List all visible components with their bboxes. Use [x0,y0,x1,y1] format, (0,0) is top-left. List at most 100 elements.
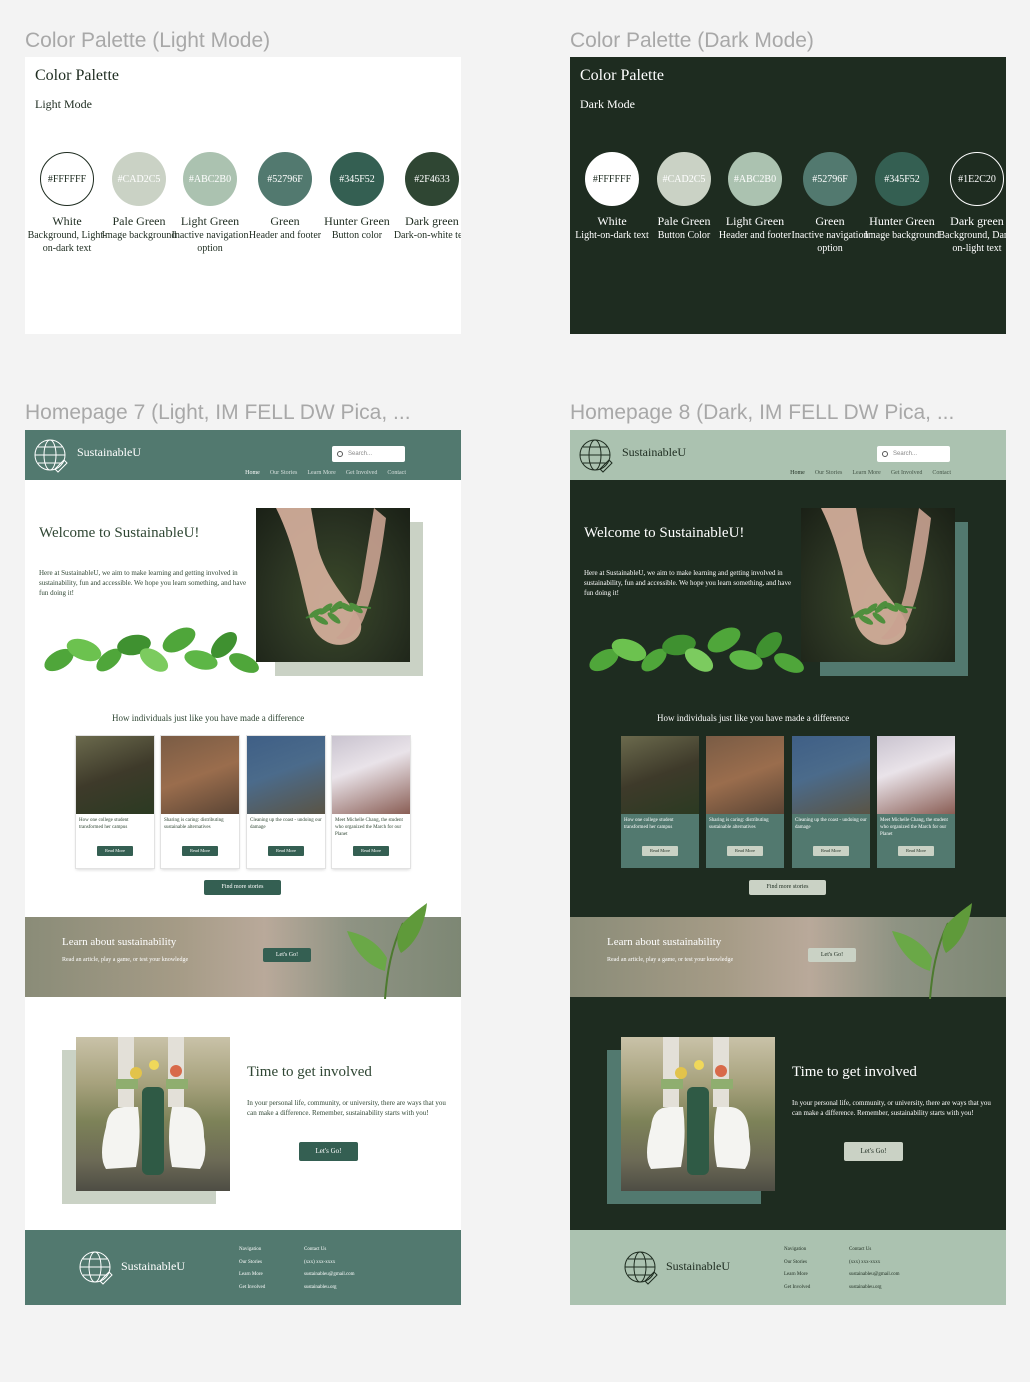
footer-link-get-involved[interactable]: Get Involved [239,1282,265,1295]
story-card[interactable]: Sharing is caring: distributing sustaina… [161,736,239,868]
brand-name[interactable]: SustainableU [77,445,141,460]
involved-photo-shoes-bottle [76,1037,230,1191]
globe-logo-icon[interactable] [623,1250,659,1286]
involved-lets-go-button[interactable]: Let's Go! [844,1142,903,1161]
footer-phone[interactable]: (xxx) xxx-xxxx [849,1257,900,1270]
read-more-button[interactable]: Read More [97,846,133,856]
search-icon [337,451,343,457]
read-more-button[interactable]: Read More [353,846,389,856]
learn-banner: Learn about sustainability Read an artic… [570,903,1006,999]
color-swatch: #345F52 Hunter Green Image background [862,152,942,242]
swatch-circle: #ABC2B0 [728,152,782,206]
footer-brand-name[interactable]: SustainableU [121,1259,185,1274]
nav-home[interactable]: Home [790,470,805,476]
story-card[interactable]: Sharing is caring: distributing sustaina… [706,736,784,868]
nav-our-stories[interactable]: Our Stories [270,470,298,476]
palette-light-frame[interactable]: Color Palette Light Mode #FFFFFF White Bac… [25,57,461,334]
story-photo-volunteers [621,736,699,814]
story-card[interactable]: How one college student transformed her … [621,736,699,868]
footer-link-learn-more[interactable]: Learn More [784,1269,810,1282]
footer-contact-column: Contact Us (xxx) xxx-xxxx sustainableu@g… [304,1244,355,1294]
search-input[interactable]: Search... [332,446,405,462]
story-card[interactable]: How one college student transformed her … [76,736,154,868]
footer-website[interactable]: sustainableu.org [849,1282,900,1295]
swatch-circle: #345F52 [330,152,384,206]
story-card[interactable]: Meet Michelle Chang, the student who org… [877,736,955,868]
frame-label-homepage-light: Homepage 7 (Light, IM FELL DW Pica, ... [25,401,411,424]
globe-logo-icon[interactable] [78,1250,114,1286]
story-title: How one college student transformed her … [624,818,674,830]
swatch-circle: #ABC2B0 [183,152,237,206]
hero-photo-hands-fern [801,508,955,662]
footer-brand-name[interactable]: SustainableU [666,1259,730,1274]
palette-dark-frame[interactable]: Color Palette Dark Mode #FFFFFF White Ligh… [570,57,1006,334]
nav-learn-more[interactable]: Learn More [852,470,881,476]
swatch-circle: #1E2C20 [950,152,1004,206]
learn-title: Learn about sustainability [607,936,722,948]
leaves-illustration [589,627,804,673]
footer-website[interactable]: sustainableu.org [304,1282,355,1295]
leaf-sprout-illustration [347,903,427,999]
find-more-stories-button[interactable]: Find more stories [749,880,826,895]
footer-email[interactable]: sustainableu@gmail.com [849,1269,900,1282]
nav-home[interactable]: Home [245,470,260,476]
swatch-name: Light Green [180,214,240,228]
footer-link-our-stories[interactable]: Our Stories [239,1257,265,1270]
story-photo-volunteers [76,736,154,814]
story-title: How one college student transformed her … [79,818,129,830]
homepage-dark-frame[interactable]: SustainableU Search... Home Our Stories … [570,430,1006,1305]
color-swatch: #345F52 Hunter Green Button color [317,152,397,242]
footer-link-learn-more[interactable]: Learn More [239,1269,265,1282]
stories-heading: How individuals just like you have made … [657,713,850,723]
globe-logo-icon[interactable] [33,438,69,474]
swatch-description: Background, Dark-on-light text [938,230,1006,254]
involved-text: In your personal life, community, or uni… [792,1099,991,1117]
swatch-description: Button color [331,230,383,241]
swatch-name: White [52,214,82,228]
read-more-button[interactable]: Read More [182,846,218,856]
globe-logo-icon[interactable] [578,438,614,474]
story-card[interactable]: Cleaning up the coast - undoing our dama… [792,736,870,868]
nav-contact[interactable]: Contact [387,470,406,476]
footer-link-get-involved[interactable]: Get Involved [784,1282,810,1295]
footer-phone[interactable]: (xxx) xxx-xxxx [304,1257,355,1270]
learn-subtitle: Read an article, play a game, or test yo… [607,957,734,963]
learn-lets-go-button[interactable]: Let's Go! [263,948,311,962]
read-more-button[interactable]: Read More [727,846,763,856]
read-more-button[interactable]: Read More [813,846,849,856]
swatch-name: Pale Green [657,214,711,228]
search-input[interactable]: Search... [877,446,950,462]
swatch-name: Green [270,214,300,228]
swatch-description: Light-on-dark text [575,230,649,241]
nav-learn-more[interactable]: Learn More [307,470,336,476]
footer-nav-title: Navigation [784,1247,807,1252]
swatch-description: Image background [101,230,177,241]
footer-link-our-stories[interactable]: Our Stories [784,1257,810,1270]
footer-nav-column: Navigation Our Stories Learn More Get In… [784,1244,810,1294]
color-swatch: #ABC2B0 Light Green Inactive navigation op… [170,152,250,255]
story-title: Meet Michelle Chang, the student who org… [880,818,948,837]
nav-get-involved[interactable]: Get Involved [891,470,923,476]
story-card[interactable]: Cleaning up the coast - undoing our dama… [247,736,325,868]
nav-get-involved[interactable]: Get Involved [346,470,378,476]
swatch-name: Light Green [725,214,785,228]
story-card[interactable]: Meet Michelle Chang, the student who org… [332,736,410,868]
learn-lets-go-button[interactable]: Let's Go! [808,948,856,962]
brand-name[interactable]: SustainableU [622,445,686,460]
read-more-button[interactable]: Read More [898,846,934,856]
swatch-name: White [597,214,627,228]
nav-contact[interactable]: Contact [932,470,951,476]
read-more-button[interactable]: Read More [642,846,678,856]
read-more-button[interactable]: Read More [268,846,304,856]
story-title: Cleaning up the coast - undoing our dama… [795,818,867,830]
color-swatch: #ABC2B0 Light Green Header and footer [715,152,795,242]
nav-our-stories[interactable]: Our Stories [815,470,843,476]
site-footer: SustainableU Navigation Our Stories Lear… [570,1230,1006,1305]
palette-subtitle: Light Mode [35,97,92,111]
homepage-light-frame[interactable]: SustainableU Search... Home Our Stories … [25,430,461,1305]
swatch-circle: #CAD2C5 [657,152,711,206]
color-swatch: #52796F Green Inactive navigation option [790,152,870,255]
involved-lets-go-button[interactable]: Let's Go! [299,1142,358,1161]
find-more-stories-button[interactable]: Find more stories [204,880,281,895]
footer-email[interactable]: sustainableu@gmail.com [304,1269,355,1282]
